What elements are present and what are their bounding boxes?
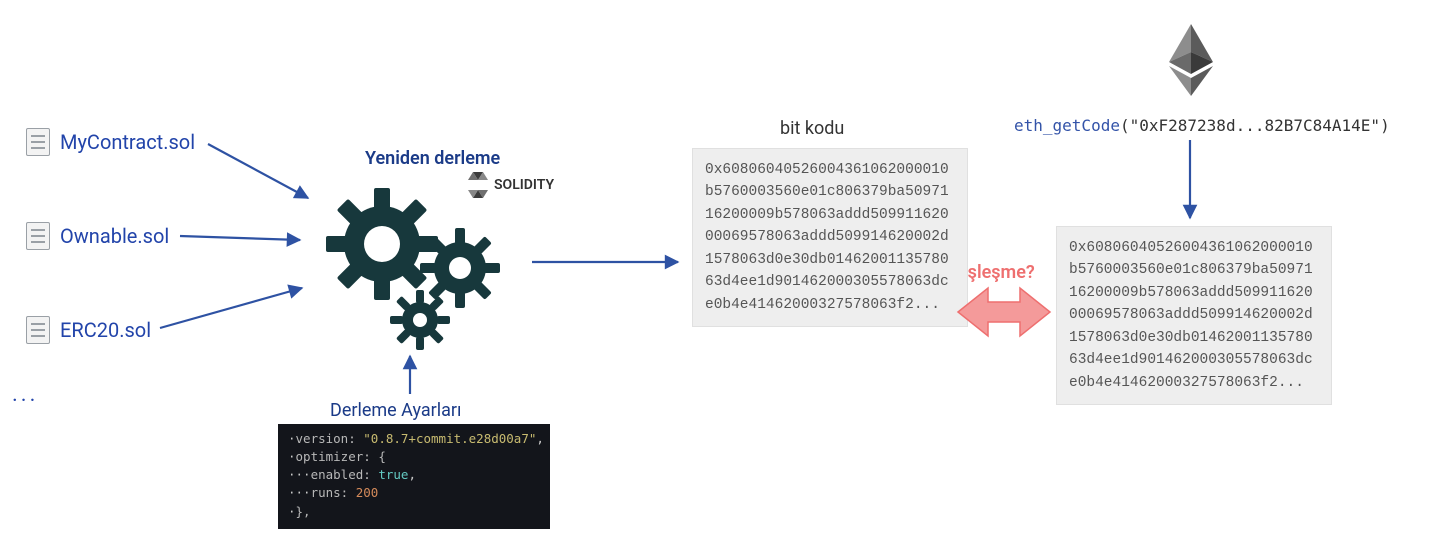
file-icon bbox=[26, 316, 50, 344]
compiler-settings-snippet: ·version: "0.8.7+commit.e28d00a7", ·opti… bbox=[278, 424, 550, 529]
bytecode-heading: bit kodu bbox=[780, 118, 844, 139]
arrow-file3 bbox=[160, 288, 302, 328]
file-label: Ownable.sol bbox=[60, 224, 169, 248]
compiled-bytecode: 0x60806040526004361062000010b5760003560e… bbox=[692, 148, 968, 327]
file-item: MyContract.sol bbox=[26, 128, 195, 156]
match-arrow bbox=[958, 288, 1050, 336]
file-icon bbox=[26, 222, 50, 250]
file-ellipsis: ... bbox=[12, 382, 38, 407]
eth-getcode-line: eth_getCode("0xF287238d...82B7C84A14E") bbox=[1014, 116, 1390, 135]
match-heading: eşleşme? bbox=[958, 262, 1035, 283]
ethereum-icon bbox=[1167, 22, 1215, 98]
settings-heading: Derleme Ayarları bbox=[330, 400, 461, 421]
solidity-icon bbox=[468, 170, 488, 200]
file-label: ERC20.sol bbox=[60, 318, 151, 342]
file-icon bbox=[26, 128, 50, 156]
file-item: ERC20.sol bbox=[26, 316, 151, 344]
solidity-label: SOLIDITY bbox=[494, 177, 554, 193]
file-item: Ownable.sol bbox=[26, 222, 169, 250]
getcode-method: eth_getCode bbox=[1014, 116, 1120, 135]
arrow-file1 bbox=[208, 144, 308, 198]
arrow-file2 bbox=[180, 236, 300, 240]
getcode-address: "0xF287238d...82B7C84A14E" bbox=[1130, 116, 1380, 135]
onchain-bytecode: 0x60806040526004361062000010b5760003560e… bbox=[1056, 226, 1332, 405]
compile-heading: Yeniden derleme bbox=[365, 148, 500, 169]
solidity-badge: SOLIDITY bbox=[468, 170, 554, 200]
file-label: MyContract.sol bbox=[60, 130, 195, 154]
